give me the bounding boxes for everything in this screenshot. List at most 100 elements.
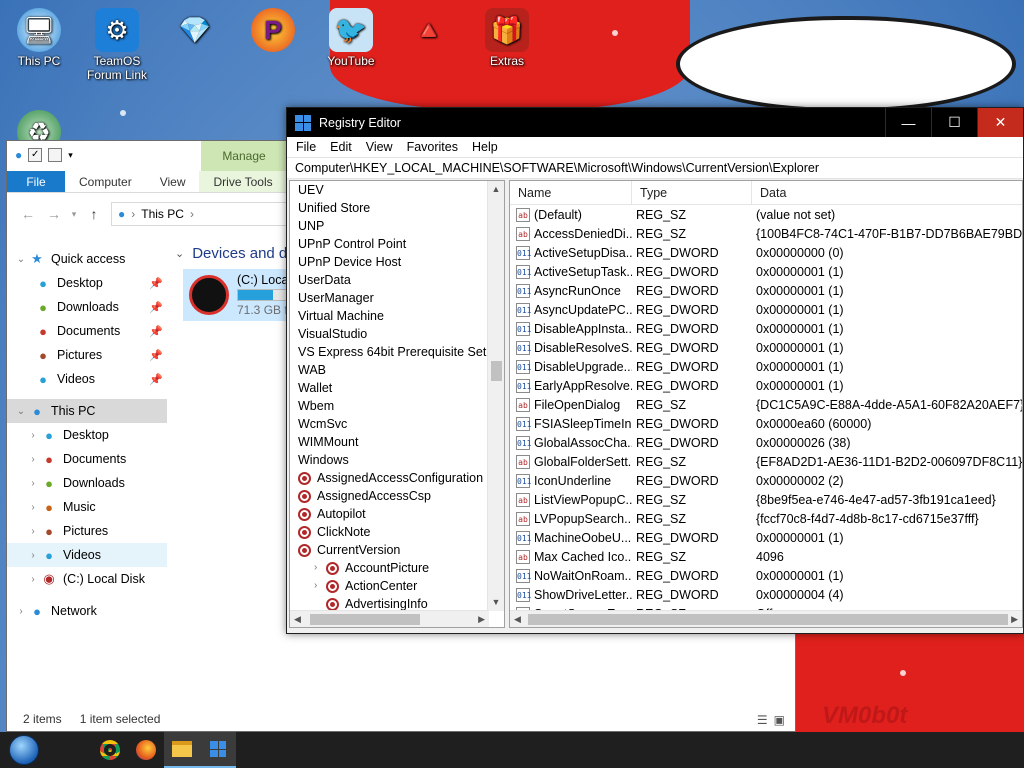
registry-key[interactable]: UPnP Device Host	[290, 253, 504, 271]
tree-horizontal-scrollbar[interactable]: ◀ ▶	[290, 610, 489, 627]
menu-help[interactable]: Help	[467, 140, 503, 154]
tree-vertical-scrollbar[interactable]: ▲ ▼	[487, 181, 504, 611]
desktop-icon-youtube[interactable]: 🐦 YouTube	[312, 8, 390, 68]
registry-value-row[interactable]: 011 IconUnderline REG_DWORD 0x00000002 (2)	[510, 471, 1022, 490]
chevron-right-icon[interactable]: ›	[25, 430, 41, 441]
new-folder-icon[interactable]	[48, 148, 63, 162]
registry-key[interactable]: › AccountPicture	[290, 559, 504, 577]
tree-item-pc-videos[interactable]: › ● Videos	[7, 543, 167, 567]
registry-key[interactable]: UPnP Control Point	[290, 235, 504, 253]
scroll-down-icon[interactable]: ▼	[488, 594, 504, 611]
back-arrow-icon[interactable]: ←	[15, 206, 41, 222]
chevron-right-icon[interactable]: ›	[25, 550, 41, 561]
desktop-icon-teamos[interactable]: ⚙ TeamOS Forum Link	[78, 8, 156, 82]
start-button[interactable]	[0, 732, 48, 768]
registry-key[interactable]: AssignedAccessCsp	[290, 487, 504, 505]
menu-file[interactable]: File	[291, 140, 321, 154]
registry-value-row[interactable]: 011 AsyncRunOnce REG_DWORD 0x00000001 (1)	[510, 281, 1022, 300]
registry-key[interactable]: › ActionCenter	[290, 577, 504, 595]
scroll-thumb[interactable]	[310, 614, 420, 625]
tree-item-pc-downloads[interactable]: › ● Downloads	[7, 471, 167, 495]
tab-drive-tools[interactable]: Drive Tools	[199, 171, 287, 192]
chevron-right-icon[interactable]: ›	[13, 606, 29, 617]
registry-key[interactable]: WAB	[290, 361, 504, 379]
tree-item-network[interactable]: › ● Network	[7, 599, 167, 623]
pin-icon[interactable]: 📌	[149, 277, 163, 290]
tab-view[interactable]: View	[146, 171, 200, 192]
registry-key[interactable]: Windows	[290, 451, 504, 469]
pin-icon[interactable]: 📌	[149, 373, 163, 386]
tree-item-quick-documents[interactable]: ● Documents 📌	[7, 319, 167, 343]
registry-key[interactable]: VS Express 64bit Prerequisite Setup	[290, 343, 504, 361]
desktop-icon-extras[interactable]: 🎁 Extras	[468, 8, 546, 68]
tree-item-quick-downloads[interactable]: ● Downloads 📌	[7, 295, 167, 319]
registry-value-row[interactable]: 011 GlobalAssocCha... REG_DWORD 0x00000026 …	[510, 433, 1022, 452]
scroll-thumb[interactable]	[528, 614, 1008, 625]
chevron-down-icon[interactable]: ⌄	[13, 406, 29, 417]
tree-item-this-pc[interactable]: ⌄ ● This PC	[7, 399, 167, 423]
large-icons-view-icon[interactable]: ▣	[774, 713, 785, 727]
chevron-right-icon[interactable]: ›	[314, 577, 326, 595]
registry-value-row[interactable]: 011 ActiveSetupTask... REG_DWORD 0x00000001…	[510, 262, 1022, 281]
registry-value-row[interactable]: 011 DisableResolveS... REG_DWORD 0x00000001…	[510, 338, 1022, 357]
tab-file[interactable]: File	[7, 171, 65, 192]
maximize-button[interactable]: ☐	[931, 108, 977, 137]
menu-view[interactable]: View	[361, 140, 398, 154]
address-bar[interactable]: ● › This PC ›	[111, 202, 291, 226]
registry-value-row[interactable]: ab (Default) REG_SZ (value not set)	[510, 205, 1022, 224]
menu-edit[interactable]: Edit	[325, 140, 357, 154]
registry-value-row[interactable]: ab ListViewPopupC... REG_SZ {8be9f5ea-e746-…	[510, 490, 1022, 509]
registry-value-row[interactable]: 011 ActiveSetupDisa... REG_DWORD 0x00000000…	[510, 243, 1022, 262]
forward-arrow-icon[interactable]: →	[41, 206, 67, 222]
minimize-button[interactable]: —	[885, 108, 931, 137]
chevron-down-icon[interactable]: ⌄	[13, 254, 29, 265]
column-header-data[interactable]: Data	[752, 181, 1022, 204]
registry-value-row[interactable]: ab LVPopupSearch... REG_SZ {fccf70c8-f4d7-4…	[510, 509, 1022, 528]
chevron-right-icon[interactable]: ›	[25, 526, 41, 537]
desktop-icon-cone[interactable]: 🔺	[390, 8, 468, 54]
registry-value-row[interactable]: 011 DisableAppInsta... REG_DWORD 0x00000001…	[510, 319, 1022, 338]
tab-manage[interactable]: Manage	[201, 141, 287, 171]
regedit-icon[interactable]	[200, 732, 236, 768]
details-view-icon[interactable]: ☰	[757, 713, 768, 727]
registry-value-row[interactable]: ab FileOpenDialog REG_SZ {DC1C5A9C-E88A-4dd…	[510, 395, 1022, 414]
recent-dropdown-icon[interactable]: ▾	[67, 209, 81, 220]
pin-icon[interactable]: 📌	[149, 301, 163, 314]
tree-item-pc-local-disk[interactable]: › ◉ (C:) Local Disk	[7, 567, 167, 591]
scroll-up-icon[interactable]: ▲	[488, 181, 504, 198]
registry-value-row[interactable]: 011 AsyncUpdatePC... REG_DWORD 0x00000001 (…	[510, 300, 1022, 319]
chevron-right-icon[interactable]: ›	[25, 574, 41, 585]
registry-key[interactable]: Wallet	[290, 379, 504, 397]
registry-key[interactable]: AssignedAccessConfiguration	[290, 469, 504, 487]
registry-key[interactable]: Virtual Machine	[290, 307, 504, 325]
tree-item-quick-access[interactable]: ⌄ ★ Quick access	[7, 247, 167, 271]
tree-item-quick-desktop[interactable]: ● Desktop 📌	[7, 271, 167, 295]
registry-key[interactable]: CurrentVersion	[290, 541, 504, 559]
tree-item-quick-videos[interactable]: ● Videos 📌	[7, 367, 167, 391]
up-arrow-icon[interactable]: ↑	[81, 206, 107, 222]
chevron-down-icon[interactable]: ⌄	[175, 247, 184, 260]
chrome-icon[interactable]	[92, 732, 128, 768]
tree-item-pc-music[interactable]: › ● Music	[7, 495, 167, 519]
registry-value-row[interactable]: ab Max Cached Ico... REG_SZ 4096	[510, 547, 1022, 566]
desktop-icon-this-pc[interactable]: 🖥 This PC	[0, 8, 78, 68]
address-path[interactable]: Computer\HKEY_LOCAL_MACHINE\SOFTWARE\Mic…	[287, 157, 1023, 179]
desktop-icon-p-logo[interactable]: P	[234, 8, 312, 54]
scroll-thumb[interactable]	[491, 361, 502, 381]
registry-key[interactable]: ClickNote	[290, 523, 504, 541]
registry-value-row[interactable]: 011 EarlyAppResolve... REG_DWORD 0x00000001…	[510, 376, 1022, 395]
chevron-right-icon[interactable]: ›	[25, 502, 41, 513]
chevron-right-icon[interactable]: ›	[25, 478, 41, 489]
registry-value-row[interactable]: ab GlobalFolderSett... REG_SZ {EF8AD2D1-AE3…	[510, 452, 1022, 471]
firefox-icon[interactable]	[128, 732, 164, 768]
chevron-right-icon[interactable]: ›	[25, 454, 41, 465]
registry-value-row[interactable]: 011 DisableUpgrade... REG_DWORD 0x00000001 …	[510, 357, 1022, 376]
scroll-right-icon[interactable]: ▶	[1011, 614, 1018, 625]
qat-dropdown-icon[interactable]: ▾	[68, 150, 73, 161]
tree-item-pc-documents[interactable]: › ● Documents	[7, 447, 167, 471]
tree-item-pc-desktop[interactable]: › ● Desktop	[7, 423, 167, 447]
registry-key[interactable]: Autopilot	[290, 505, 504, 523]
column-header-name[interactable]: Name	[510, 181, 632, 204]
registry-key[interactable]: Wbem	[290, 397, 504, 415]
registry-value-row[interactable]: 011 MachineOobeU... REG_DWORD 0x00000001 (1…	[510, 528, 1022, 547]
